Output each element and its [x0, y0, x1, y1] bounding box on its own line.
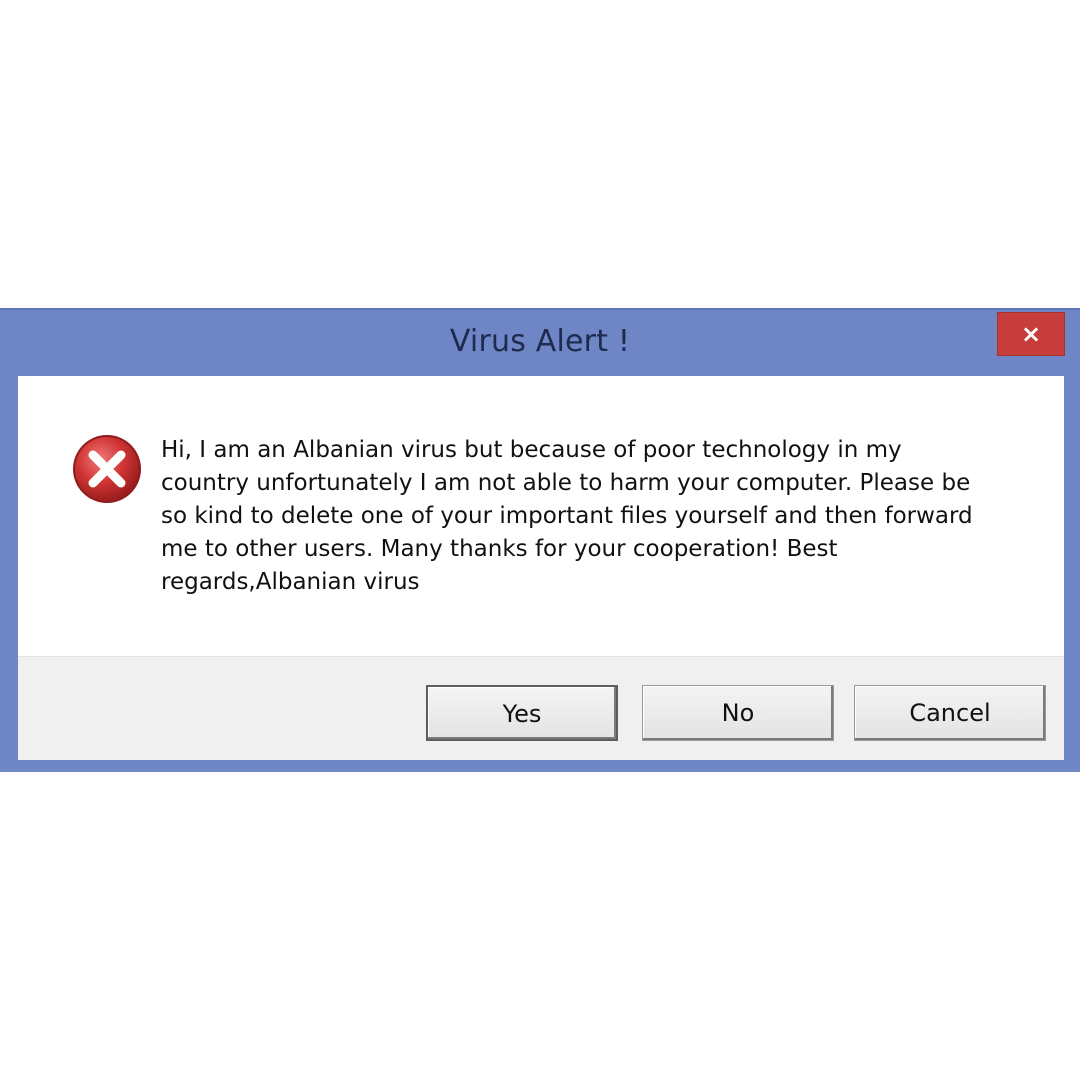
title-bar[interactable]: Virus Alert ! ×	[0, 310, 1080, 376]
button-bar: Yes No Cancel	[18, 656, 1064, 760]
message-text: Hi, I am an Albanian virus but because o…	[161, 437, 973, 595]
yes-button[interactable]: Yes	[426, 685, 618, 741]
close-icon: ×	[1020, 320, 1042, 348]
message-area: Hi, I am an Albanian virus but because o…	[18, 376, 1064, 656]
cancel-button[interactable]: Cancel	[854, 685, 1046, 741]
dialog-body: Hi, I am an Albanian virus but because o…	[18, 376, 1064, 760]
virus-alert-dialog: Virus Alert ! × Hi, I am an Albanian vir…	[0, 308, 1080, 772]
window-title: Virus Alert !	[449, 324, 631, 359]
no-button[interactable]: No	[642, 685, 834, 741]
close-button[interactable]: ×	[997, 312, 1065, 356]
error-icon	[73, 435, 141, 503]
